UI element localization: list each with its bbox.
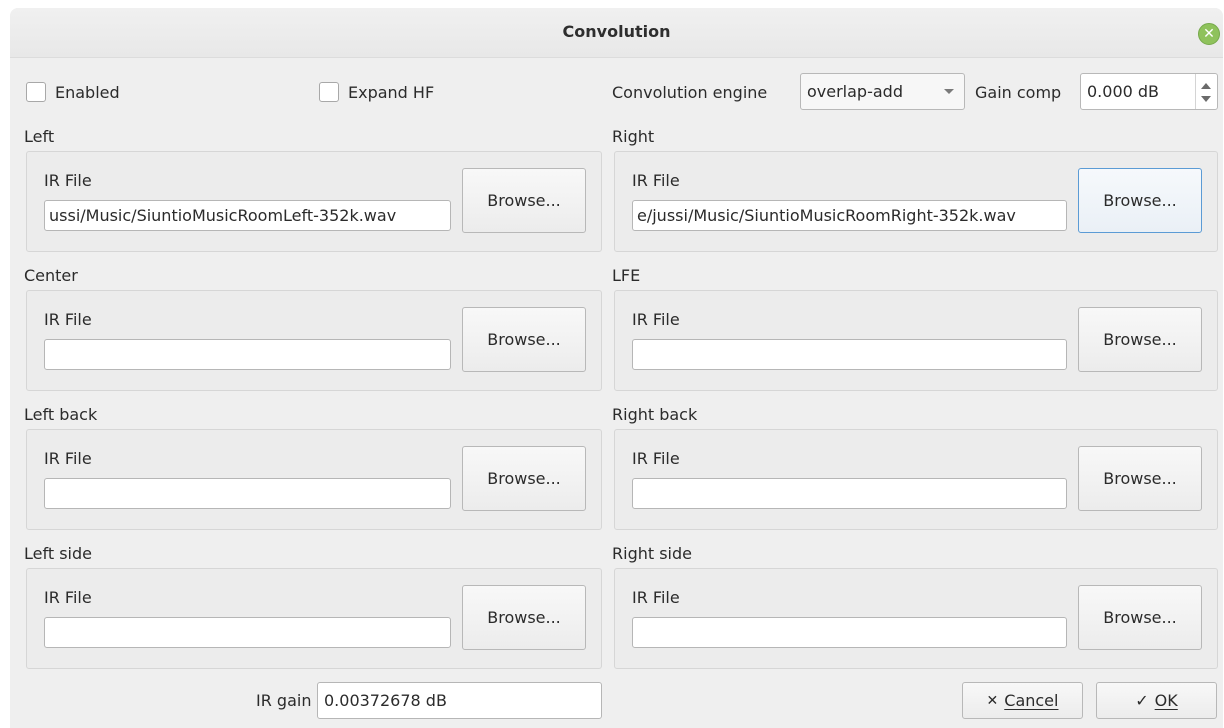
gain-comp-label: Gain comp [975,83,1062,102]
title-bar: Convolution ✕ [10,8,1223,58]
section-label-right: Right [612,127,655,146]
expand-hf-label: Expand HF [348,83,435,102]
ir-file-label: IR File [632,171,680,190]
close-button[interactable]: ✕ [1198,23,1220,45]
ir-path-input-center[interactable] [44,339,451,370]
section-label-lfe: LFE [612,266,641,285]
ir-path-input-right-side[interactable] [632,617,1067,648]
ok-label: OK [1154,691,1178,710]
group-center: IR File Browse... [26,290,602,391]
browse-button-center[interactable]: Browse... [462,307,586,372]
group-right-back: IR File Browse... [614,429,1218,530]
group-left-side: IR File Browse... [26,568,602,669]
browse-button-left[interactable]: Browse... [462,168,586,233]
checkmark-icon: ✓ [1135,691,1149,710]
window-title: Convolution [562,22,671,41]
ir-file-label: IR File [44,171,92,190]
enabled-label: Enabled [55,83,120,102]
ir-file-label: IR File [632,588,680,607]
ir-path-input-left[interactable]: ussi/Music/SiuntioMusicRoomLeft-352k.wav [44,200,451,231]
ir-file-label: IR File [632,310,680,329]
section-label-left-back: Left back [24,405,98,424]
section-label-left-side: Left side [24,544,92,563]
convolution-engine-value: overlap-add [807,82,903,101]
cancel-button[interactable]: ✕ Cancel [962,682,1083,719]
ir-gain-label: IR gain [256,691,312,710]
section-label-center: Center [24,266,78,285]
browse-button-left-back[interactable]: Browse... [462,446,586,511]
browse-button-lfe[interactable]: Browse... [1078,307,1202,372]
spin-up-icon[interactable] [1201,83,1211,89]
ir-path-input-left-back[interactable] [44,478,451,509]
section-label-left: Left [24,127,55,146]
browse-button-right[interactable]: Browse... [1078,168,1202,233]
cancel-label: Cancel [1004,691,1059,710]
expand-hf-checkbox[interactable] [319,82,339,102]
ir-file-label: IR File [44,449,92,468]
ir-path-input-right[interactable]: e/jussi/Music/SiuntioMusicRoomRight-352k… [632,200,1067,231]
browse-button-left-side[interactable]: Browse... [462,585,586,650]
chevron-down-icon [944,89,954,94]
group-lfe: IR File Browse... [614,290,1218,391]
browse-button-right-side[interactable]: Browse... [1078,585,1202,650]
group-right: IR File e/jussi/Music/SiuntioMusicRoomRi… [614,151,1218,252]
ok-button[interactable]: ✓ OK [1096,682,1217,719]
ir-path-input-lfe[interactable] [632,339,1067,370]
section-label-right-back: Right back [612,405,698,424]
spin-buttons[interactable] [1195,74,1217,109]
group-right-side: IR File Browse... [614,568,1218,669]
ir-file-label: IR File [44,588,92,607]
ir-path-input-right-back[interactable] [632,478,1067,509]
spin-down-icon[interactable] [1201,96,1211,102]
group-left: IR File ussi/Music/SiuntioMusicRoomLeft-… [26,151,602,252]
section-label-right-side: Right side [612,544,692,563]
ir-gain-input[interactable]: 0.00372678 dB [317,682,602,719]
gain-comp-spinbox[interactable]: 0.000 dB [1080,73,1218,110]
ir-path-input-left-side[interactable] [44,617,451,648]
close-icon: ✕ [1203,26,1215,42]
browse-button-right-back[interactable]: Browse... [1078,446,1202,511]
convolution-engine-label: Convolution engine [612,83,768,102]
ir-file-label: IR File [632,449,680,468]
convolution-dialog: Convolution ✕ Enabled Expand HF Convolut… [10,8,1223,728]
ir-file-label: IR File [44,310,92,329]
convolution-engine-select[interactable]: overlap-add [800,73,965,110]
gain-comp-value: 0.000 dB [1087,82,1160,101]
group-left-back: IR File Browse... [26,429,602,530]
enabled-checkbox[interactable] [26,82,46,102]
cross-icon: ✕ [986,692,999,709]
